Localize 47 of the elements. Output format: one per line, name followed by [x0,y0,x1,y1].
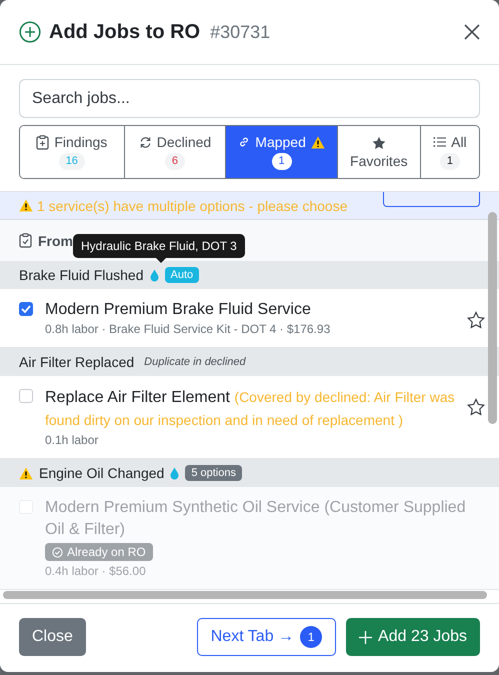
next-tab-button[interactable]: Next Tab → 1 [196,618,336,656]
filter-tab[interactable]: Declined 6 [124,126,226,178]
search-field[interactable]: Search jobs... [19,79,480,118]
close-icon[interactable] [464,24,480,40]
checkbox[interactable] [19,302,33,316]
job-name: Modern Premium Brake Fluid Service [45,300,312,320]
group-note: Duplicate in declined [144,356,246,368]
banner-text: 1 service(s) have multiple options - please choose [37,198,348,214]
group-badge: Auto [164,267,200,283]
status-badge: Already on RO [45,543,153,561]
ro-number: #30731 [210,22,270,42]
job-name: Replace Air Filter Element (Covered by declined: Air Filter was found dirty on our inspection and in need of replacement ) [45,388,455,430]
job-detail: 0.8h labor · Brake Fluid Service Kit - DOT 4 · $176.93 [45,321,332,337]
check-circle-icon [52,546,63,558]
section-title: From [38,232,73,248]
outline-button[interactable] [383,192,480,207]
list-icon [433,136,446,148]
count-badge: 6 [164,153,186,170]
plus-icon [359,630,372,644]
filter-tab[interactable]: Mapped 1 [226,126,338,178]
warning-icon [19,199,33,212]
clipboard-check-icon [19,233,32,248]
job-detail: 0.1h labor [45,432,100,448]
count-badge: 16 [58,153,85,170]
group-title: Air Filter Replaced [19,354,134,370]
clipboard-icon [36,134,50,150]
star-icon [372,136,386,150]
star-icon[interactable] [467,311,485,329]
scrollbar-thumb[interactable] [3,591,487,599]
scrollbar-thumb[interactable] [488,212,497,424]
checkbox[interactable] [19,389,33,403]
group-title: Engine Oil Changed [39,465,164,481]
count-badge: 1 [272,153,292,170]
star-icon[interactable] [467,398,485,416]
count-badge: 1 [440,153,460,170]
link-icon [238,136,250,148]
dialog-title: Add Jobs to RO [49,20,200,44]
group-title: Brake Fluid Flushed [19,267,144,283]
add-circle-icon [19,21,41,43]
job-detail: 0.4h labor · $56.00 [45,563,147,579]
close-button[interactable]: Close [19,618,86,656]
refresh-icon [138,136,152,148]
group-badge: 5 options [185,465,242,481]
filter-tab[interactable]: Findings 16 [20,126,125,178]
add-jobs-button[interactable]: Add 23 Jobs [346,618,480,656]
job-name: Modern Premium Synthetic Oil Service (Customer Supplied Oil & Filter) [45,498,467,540]
tooltip: Hydraulic Brake Fluid, DOT 3 [73,234,245,263]
